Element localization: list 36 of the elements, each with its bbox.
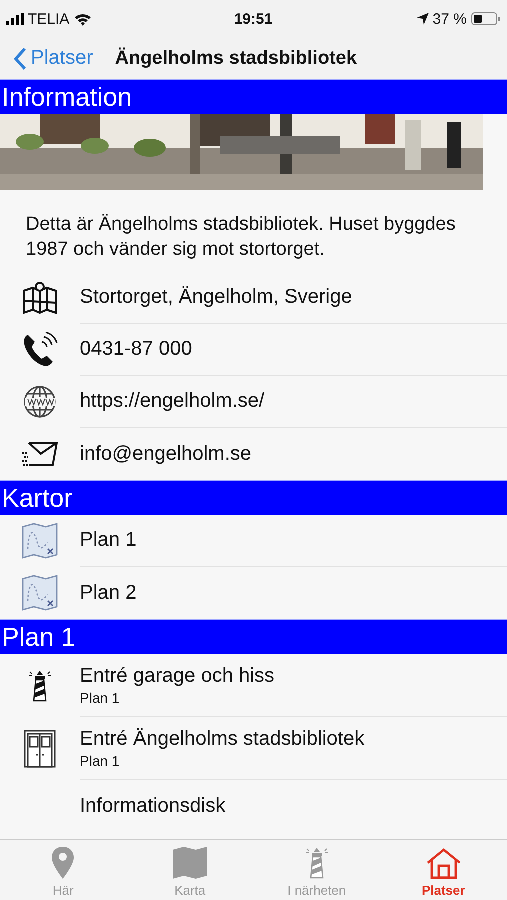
door-icon xyxy=(22,730,58,768)
nav-title: Ängelholms stadsbibliotek xyxy=(115,48,358,70)
row-subtitle: Plan 1 xyxy=(80,752,121,768)
lighthouse-icon xyxy=(304,846,329,880)
row-title[interactable]: https://engelholm.se/ xyxy=(80,390,507,413)
section-header: Plan 1 xyxy=(2,621,77,654)
lighthouse-icon xyxy=(28,668,52,702)
phone-icon xyxy=(22,332,58,368)
map-icon xyxy=(22,523,58,559)
location-arrow-icon xyxy=(416,13,429,25)
row-title[interactable]: Plan 2 xyxy=(80,582,507,604)
back-chevron-icon xyxy=(14,46,27,70)
battery-percentage: 37 % xyxy=(432,10,467,28)
map-icon xyxy=(22,575,58,611)
carrier-name: TELIA xyxy=(28,10,70,28)
section-header: Kartor xyxy=(2,482,74,515)
row-title[interactable]: Stortorget, Ängelholm, Sverige xyxy=(80,286,507,309)
row-title[interactable]: Entré Ängelholms stadsbibliotek xyxy=(80,728,507,750)
signal-icon xyxy=(6,13,24,25)
row-title[interactable]: Entré garage och hiss xyxy=(80,664,507,688)
status-time: 19:51 xyxy=(234,10,273,28)
map-icon xyxy=(172,846,208,880)
section-header: Information xyxy=(2,81,134,114)
globe-icon xyxy=(23,385,57,419)
row-title[interactable]: Informationsdisk xyxy=(80,794,507,818)
wifi-icon xyxy=(74,12,92,26)
row-title[interactable]: info@engelholm.se xyxy=(80,442,507,466)
row-subtitle: Plan 1 xyxy=(80,690,121,706)
tab[interactable]: Platser xyxy=(380,840,507,900)
house-icon xyxy=(426,848,462,880)
description-text: Detta är Ängelholms stadsbibliotek. Huset byggdes 1987 och vänder sig mot stortorget. xyxy=(26,213,457,262)
envelope-icon xyxy=(21,441,59,467)
row-title[interactable]: 0431-87 000 xyxy=(80,338,507,361)
row-title[interactable]: Plan 1 xyxy=(80,529,507,552)
battery-icon xyxy=(471,12,501,26)
back-button[interactable]: Platser xyxy=(14,46,94,70)
